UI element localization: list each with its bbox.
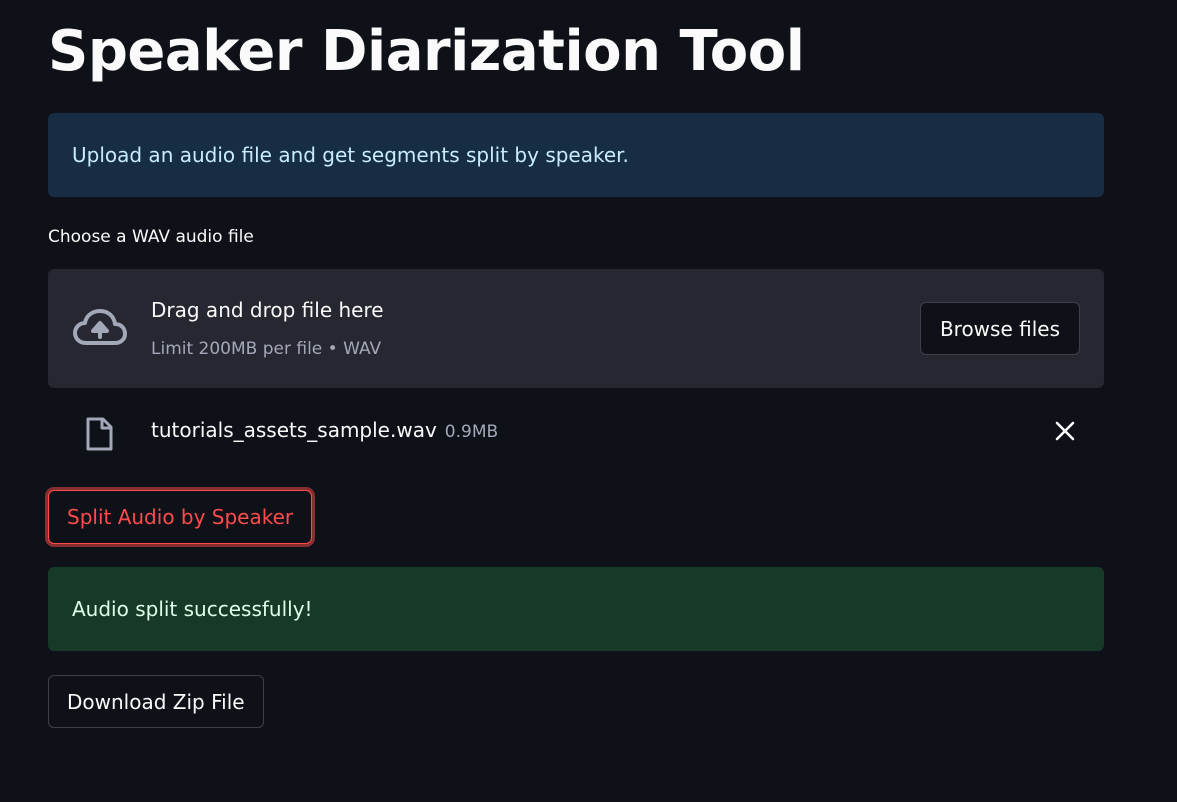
uploaded-file-row: tutorials_assets_sample.wav 0.9MB <box>48 408 1104 454</box>
uploaded-file-info: tutorials_assets_sample.wav 0.9MB <box>151 418 498 442</box>
success-alert: Audio split successfully! <box>48 567 1104 651</box>
uploaded-file-name: tutorials_assets_sample.wav <box>151 418 437 442</box>
split-audio-button[interactable]: Split Audio by Speaker <box>48 490 313 544</box>
file-uploader-label: Choose a WAV audio file <box>48 227 254 247</box>
success-alert-text: Audio split successfully! <box>72 597 313 621</box>
file-icon <box>86 417 113 451</box>
browse-files-button[interactable]: Browse files <box>919 302 1080 355</box>
remove-file-button[interactable] <box>1050 416 1080 446</box>
dropzone-instructions: Drag and drop file here <box>151 298 384 322</box>
uploaded-file-size: 0.9MB <box>444 422 499 442</box>
app-page: Speaker Diarization Tool Upload an audio… <box>0 0 1177 802</box>
close-icon <box>1055 421 1075 441</box>
download-zip-button[interactable]: Download Zip File <box>48 675 264 728</box>
cloud-upload-icon <box>73 309 127 345</box>
dropzone-limit-text: Limit 200MB per file • WAV <box>151 339 382 359</box>
info-alert-text: Upload an audio file and get segments sp… <box>72 143 629 167</box>
file-dropzone[interactable]: Drag and drop file here Limit 200MB per … <box>48 269 1104 388</box>
info-alert: Upload an audio file and get segments sp… <box>48 113 1104 197</box>
page-title: Speaker Diarization Tool <box>48 19 805 84</box>
